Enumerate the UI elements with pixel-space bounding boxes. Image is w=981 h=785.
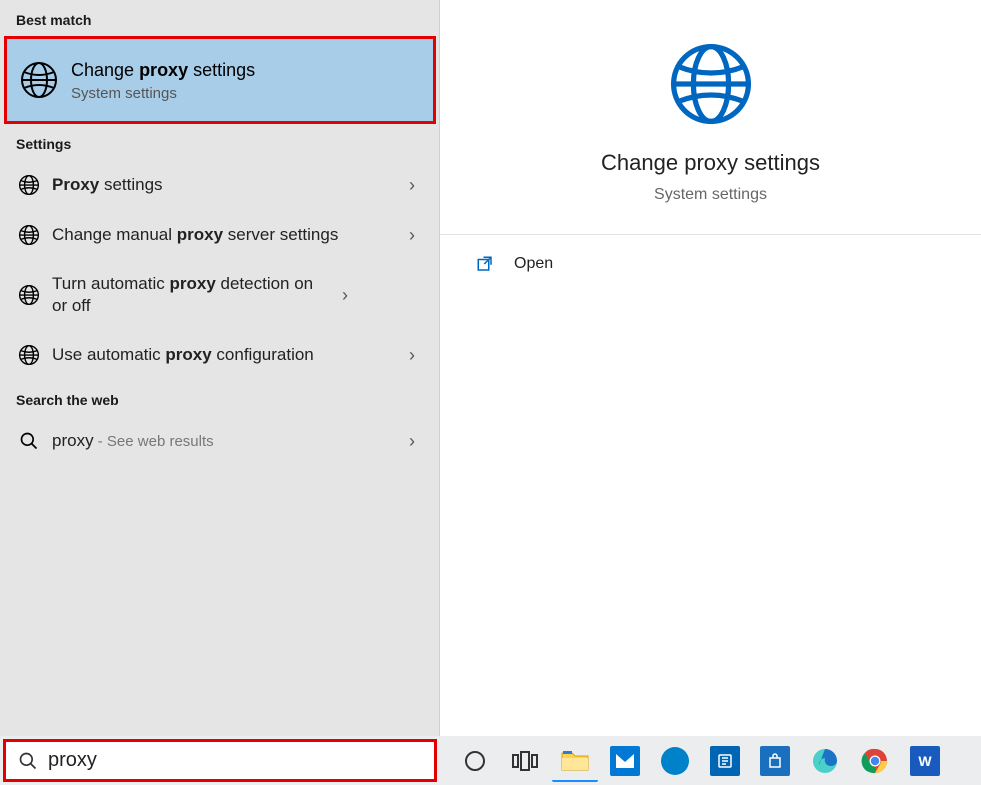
preview-subtitle: System settings [460, 186, 961, 204]
search-input[interactable] [38, 748, 422, 773]
taskbar-edge-icon[interactable] [802, 740, 848, 782]
globe-icon [16, 342, 42, 368]
taskbar-search-box[interactable] [3, 739, 437, 782]
taskbar-word-icon[interactable]: W [902, 740, 948, 782]
taskbar: W [0, 736, 981, 785]
globe-icon [16, 282, 42, 308]
search-web-header: Search the web [0, 380, 439, 416]
globe-icon [17, 58, 61, 102]
open-label: Open [514, 255, 553, 273]
taskbar-app-blue-icon[interactable] [702, 740, 748, 782]
taskbar-cortana-icon[interactable] [452, 740, 498, 782]
settings-item-proxy-settings[interactable]: Proxy settings › [0, 160, 439, 210]
settings-item-label: Proxy settings [42, 162, 409, 208]
settings-item-manual-proxy[interactable]: Change manual proxy server settings › [0, 210, 439, 260]
settings-item-auto-config[interactable]: Use automatic proxy configuration › [0, 330, 439, 380]
taskbar-taskview-icon[interactable] [502, 740, 548, 782]
chevron-right-icon: › [342, 285, 358, 306]
best-match-subtitle: System settings [71, 85, 255, 102]
best-match-title: Change proxy settings [71, 59, 255, 81]
open-icon [474, 253, 496, 275]
web-result-label: proxy - See web results [42, 418, 409, 465]
preview-panel: Change proxy settings System settings Op… [440, 0, 981, 736]
chevron-right-icon: › [409, 345, 425, 366]
settings-header: Settings [0, 124, 439, 160]
settings-item-label: Use automatic proxy configuration [42, 332, 409, 378]
search-icon [16, 428, 42, 454]
taskbar-store-icon[interactable] [752, 740, 798, 782]
best-match-header: Best match [0, 0, 439, 36]
globe-icon [16, 222, 42, 248]
open-action[interactable]: Open [440, 235, 981, 293]
taskbar-chrome-icon[interactable] [852, 740, 898, 782]
globe-icon [16, 172, 42, 198]
globe-icon [460, 40, 961, 128]
preview-title: Change proxy settings [460, 150, 961, 176]
web-result-item[interactable]: proxy - See web results › [0, 416, 439, 466]
chevron-right-icon: › [409, 431, 425, 452]
taskbar-dell-icon[interactable] [652, 740, 698, 782]
taskbar-file-explorer-icon[interactable] [552, 740, 598, 782]
settings-item-label: Change manual proxy server settings [42, 212, 409, 258]
best-match-result[interactable]: Change proxy settings System settings [4, 36, 436, 124]
chevron-right-icon: › [409, 175, 425, 196]
chevron-right-icon: › [409, 225, 425, 246]
search-icon [18, 751, 38, 771]
search-results-panel: Best match Change proxy settings System … [0, 0, 440, 736]
settings-item-auto-detection[interactable]: Turn automatic proxy detection on or off… [0, 260, 439, 330]
taskbar-mail-icon[interactable] [602, 740, 648, 782]
settings-item-label: Turn automatic proxy detection on or off [42, 261, 342, 329]
